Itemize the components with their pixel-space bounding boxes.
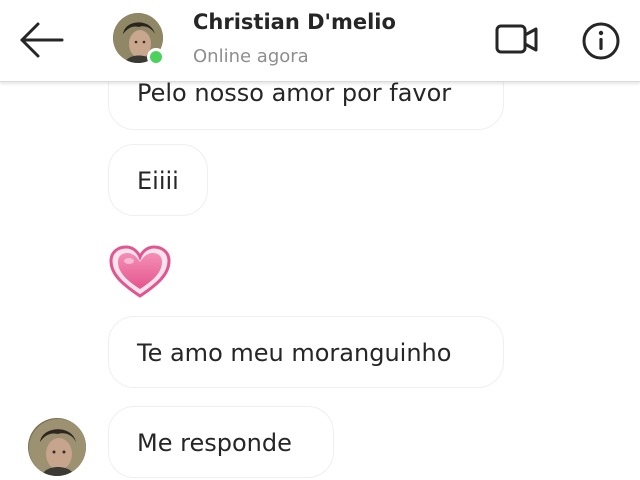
chat-screen: Pelo nosso amor por favor Eiiii Te amo m… (0, 0, 640, 480)
video-call-button[interactable] (494, 20, 540, 60)
message-text: Te amo meu moranguinho (137, 339, 452, 367)
back-button[interactable] (16, 18, 68, 62)
online-indicator (147, 48, 165, 66)
chat-header: Christian D'melio Online agora (0, 0, 640, 82)
info-button[interactable] (580, 20, 622, 62)
info-icon (582, 22, 620, 60)
contact-status: Online agora (193, 46, 309, 67)
message-text: Me responde (137, 429, 292, 457)
message-text: Eiiii (137, 167, 179, 195)
arrow-left-icon (20, 22, 64, 58)
pink-heart-icon[interactable] (108, 244, 172, 300)
contact-name[interactable]: Christian D'melio (193, 10, 396, 34)
sender-avatar[interactable] (28, 418, 86, 476)
message-text: Pelo nosso amor por favor (137, 79, 452, 107)
video-camera-icon (495, 24, 538, 54)
message-bubble[interactable]: Eiiii (108, 144, 208, 216)
contact-avatar[interactable] (113, 13, 167, 67)
message-bubble[interactable]: Me responde (108, 406, 334, 478)
message-bubble[interactable]: Te amo meu moranguinho (108, 316, 504, 388)
